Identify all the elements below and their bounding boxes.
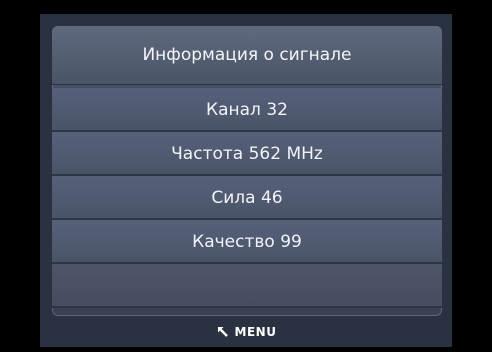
- frequency-row: Частота 562 MHz: [52, 132, 442, 176]
- signal-info-dialog: Информация о сигнале Канал 32 Частота 56…: [52, 26, 442, 316]
- return-arrow-icon: [216, 325, 230, 339]
- strength-row: Сила 46: [52, 176, 442, 220]
- menu-label: MENU: [234, 324, 277, 339]
- empty-row: [52, 264, 442, 308]
- menu-return-button[interactable]: MENU: [216, 325, 277, 339]
- channel-row: Канал 32: [52, 88, 442, 132]
- quality-row: Качество 99: [52, 220, 442, 264]
- dialog-title: Информация о сигнале: [52, 26, 442, 85]
- signal-info-list: Канал 32 Частота 562 MHz Сила 46 Качеств…: [52, 88, 442, 308]
- tv-screen: Информация о сигнале Канал 32 Частота 56…: [40, 14, 452, 347]
- footer-bar: MENU: [40, 316, 452, 347]
